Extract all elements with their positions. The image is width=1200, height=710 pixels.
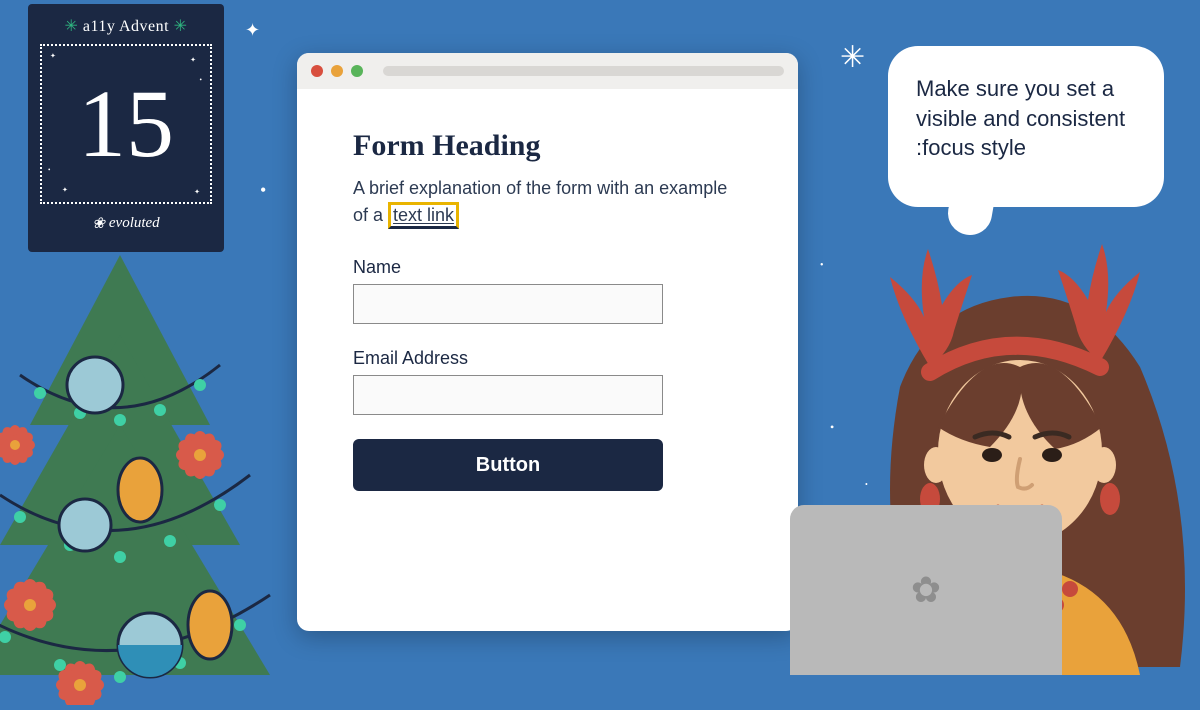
laptop: ✿: [790, 505, 1062, 675]
window-titlebar: [297, 53, 798, 89]
name-input[interactable]: [353, 284, 663, 324]
snowflake-icon: ✦: [245, 20, 260, 41]
email-input[interactable]: [353, 375, 663, 415]
snowflake-icon: •: [820, 260, 824, 271]
email-label: Email Address: [353, 348, 742, 369]
snowflake-icon: •: [840, 520, 844, 531]
advent-day-box: ✦✦ ✦✦ •• 15: [40, 44, 212, 204]
browser-window: Form Heading A brief explanation of the …: [297, 53, 798, 631]
person-illustration: ✿: [780, 227, 1200, 675]
star-icon: ✳: [64, 18, 78, 35]
form-description: A brief explanation of the form with an …: [353, 175, 742, 229]
leaf-icon: ❀: [92, 214, 105, 233]
form-heading: Form Heading: [353, 129, 742, 163]
snowflake-icon: •: [830, 420, 834, 435]
submit-button[interactable]: Button: [353, 439, 663, 491]
advent-title: a11y Advent: [83, 18, 169, 35]
text-link-focused[interactable]: text link: [388, 202, 459, 229]
advent-card: ✳ a11y Advent ✳ ✦✦ ✦✦ •• 15 ❀ evoluted: [28, 4, 224, 252]
star-icon: ✳: [174, 18, 188, 35]
snowflake-icon: •: [260, 180, 266, 201]
maximize-icon[interactable]: [351, 65, 363, 77]
close-icon[interactable]: [311, 65, 323, 77]
leaf-icon: ✿: [911, 569, 941, 611]
advent-day-number: 15: [78, 76, 174, 172]
snowflake-icon: ✳: [840, 40, 865, 75]
speech-bubble: Make sure you set a visible and consiste…: [888, 46, 1164, 207]
christmas-tree-illustration: [0, 245, 300, 705]
url-bar[interactable]: [383, 66, 784, 76]
bubble-text: Make sure you set a visible and consiste…: [916, 76, 1125, 160]
snowflake-icon: •: [865, 480, 868, 489]
brand-logo: ❀ evoluted: [40, 214, 212, 233]
snowflake-icon: •: [820, 560, 825, 576]
minimize-icon[interactable]: [331, 65, 343, 77]
name-label: Name: [353, 257, 742, 278]
